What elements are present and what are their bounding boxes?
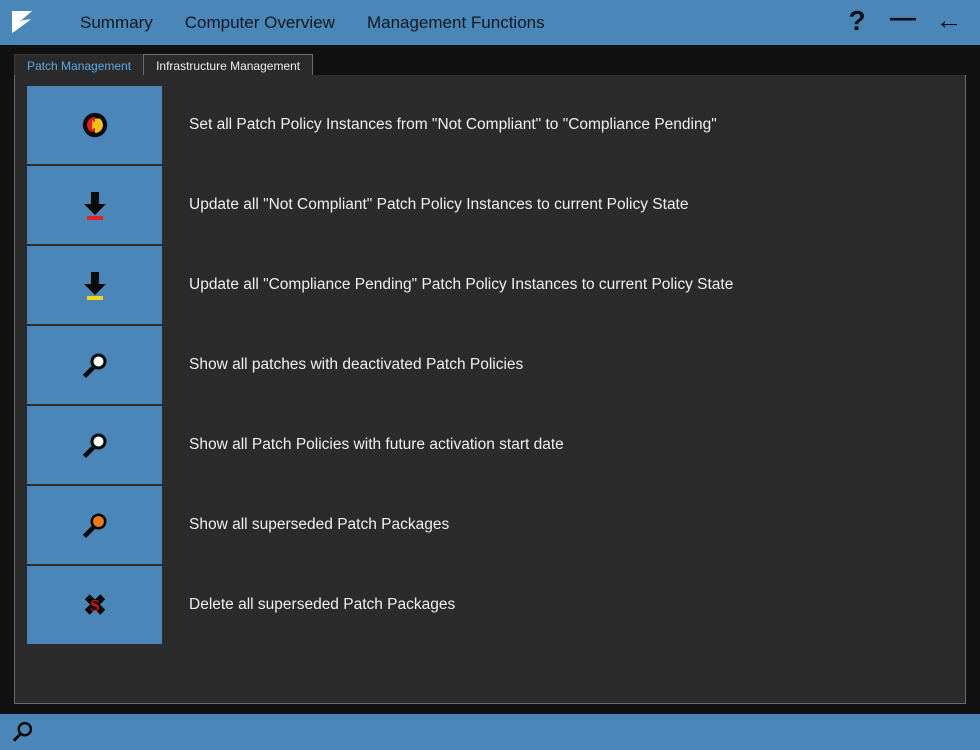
update-not-compliant-instances-button[interactable] <box>27 166 162 244</box>
action-row: Set all Patch Policy Instances from "Not… <box>27 86 965 164</box>
svg-text:S: S <box>90 596 99 615</box>
main-nav: Summary Computer Overview Management Fun… <box>64 0 561 45</box>
action-row: Show all Patch Policies with future acti… <box>27 406 965 484</box>
search-button[interactable] <box>9 719 35 745</box>
window-controls: ? — ← <box>834 0 972 45</box>
action-label: Show all patches with deactivated Patch … <box>189 356 524 373</box>
show-future-activation-policies-button[interactable] <box>27 406 162 484</box>
tab-patch-management[interactable]: Patch Management <box>14 54 144 77</box>
tab-infrastructure-management[interactable]: Infrastructure Management <box>143 54 314 77</box>
magnifier-orange-icon <box>82 513 106 539</box>
action-label: Update all "Not Compliant" Patch Policy … <box>189 196 689 213</box>
app-logo <box>0 0 46 45</box>
show-superseded-patch-packages-button[interactable] <box>27 486 162 564</box>
action-row: Update all "Not Compliant" Patch Policy … <box>27 166 965 244</box>
action-label: Delete all superseded Patch Packages <box>189 596 456 613</box>
magnifier-icon <box>12 721 33 742</box>
set-not-compliant-to-compliance-pending-button[interactable] <box>27 86 162 164</box>
nav-item-computer-overview[interactable]: Computer Overview <box>169 0 351 45</box>
nav-item-management-functions[interactable]: Management Functions <box>351 0 561 45</box>
minimize-button[interactable]: — <box>880 0 926 51</box>
bottom-status-bar <box>0 714 980 750</box>
download-arrow-yellow-bar-icon <box>83 272 106 300</box>
action-label: Show all superseded Patch Packages <box>189 516 450 533</box>
action-row: Show all superseded Patch Packages <box>27 486 965 564</box>
delete-superseded-patch-packages-button[interactable]: S <box>27 566 162 644</box>
action-row: Update all "Compliance Pending" Patch Po… <box>27 246 965 324</box>
help-button[interactable]: ? <box>834 0 880 47</box>
application-window: Summary Computer Overview Management Fun… <box>0 0 980 750</box>
update-compliance-pending-instances-button[interactable] <box>27 246 162 324</box>
nav-item-summary[interactable]: Summary <box>64 0 169 45</box>
top-navigation-bar: Summary Computer Overview Management Fun… <box>0 0 980 45</box>
management-functions-list: Set all Patch Policy Instances from "Not… <box>27 86 965 646</box>
content-panel: Set all Patch Policy Instances from "Not… <box>14 75 966 704</box>
delete-x-superseded-icon: S <box>84 594 105 615</box>
back-button[interactable]: ← <box>926 0 972 47</box>
refresh-circle-red-yellow-icon <box>82 112 107 138</box>
tab-strip: Patch Management Infrastructure Manageme… <box>0 45 980 77</box>
show-deactivated-patch-policies-button[interactable] <box>27 326 162 404</box>
baramundi-z-logo-icon <box>12 11 32 33</box>
action-row: S Delete all superseded Patch Packages <box>27 566 965 644</box>
magnifier-white-icon <box>82 353 106 379</box>
action-row: Show all patches with deactivated Patch … <box>27 326 965 404</box>
download-arrow-red-bar-icon <box>83 192 106 220</box>
magnifier-white-icon <box>82 433 106 459</box>
action-label: Set all Patch Policy Instances from "Not… <box>189 116 717 133</box>
action-label: Update all "Compliance Pending" Patch Po… <box>189 276 734 293</box>
action-label: Show all Patch Policies with future acti… <box>189 436 564 453</box>
